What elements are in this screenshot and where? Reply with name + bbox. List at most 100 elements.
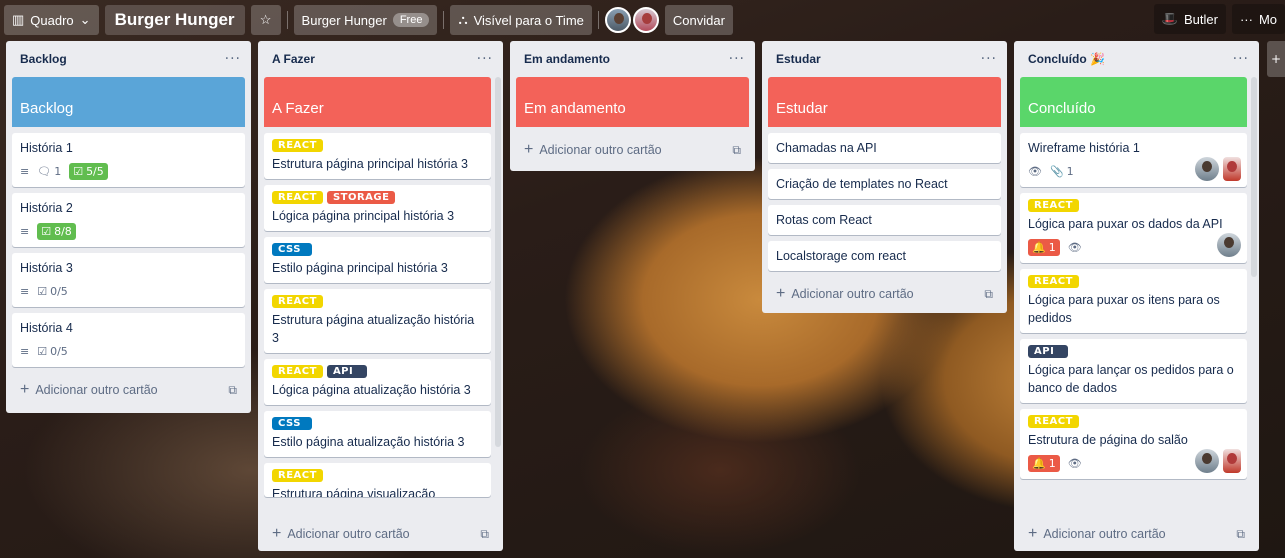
list-concluido: Concluído 🎉 ··· Concluído Wireframe hist… — [1014, 41, 1259, 551]
label-css: CSS — [272, 417, 312, 430]
list-header: Estudar ··· — [768, 41, 1001, 77]
cover-card[interactable]: Estudar — [768, 77, 1001, 127]
card[interactable]: História 4 ≡ ☑ 0/5 — [12, 313, 245, 367]
avatar[interactable] — [1223, 449, 1241, 473]
card-labels: REACT — [1028, 275, 1239, 288]
avatar[interactable] — [632, 7, 659, 33]
card[interactable]: REACT Estrutura página atualização histó… — [264, 289, 491, 353]
paperclip-icon: 📎 — [1049, 164, 1064, 178]
card-title: Lógica para puxar os dados da API — [1028, 217, 1223, 231]
cover-card[interactable]: A Fazer — [264, 77, 491, 127]
list-menu-icon[interactable]: ··· — [225, 51, 241, 67]
list-title[interactable]: Backlog — [20, 52, 67, 66]
card[interactable]: REACT API Lógica página atualização histó… — [264, 359, 491, 405]
card-labels: REACT — [272, 295, 483, 308]
label-react: REACT — [272, 365, 323, 378]
watch-icon: 👁 — [1028, 164, 1042, 178]
card[interactable]: Wireframe história 1 👁 📎 1 — [1020, 133, 1247, 187]
invite-button[interactable]: Convidar — [664, 5, 733, 35]
card[interactable]: REACT Estrutura página principal históri… — [264, 133, 491, 179]
label-react: REACT — [272, 191, 323, 204]
list-menu-icon[interactable]: ··· — [1233, 51, 1249, 67]
workspace-label: Burger Hunger — [301, 12, 387, 28]
comment-count: 1 — [54, 164, 62, 178]
avatar[interactable] — [1195, 157, 1219, 181]
more-label: Mo — [1258, 11, 1277, 27]
visibility-button[interactable]: ⛬ Visível para o Time — [450, 5, 592, 35]
list-title[interactable]: Em andamento — [524, 52, 610, 66]
add-card-label: Adicionar outro cartão — [35, 383, 158, 397]
card[interactable]: História 1 ≡ 🗨 1 ☑ 5/5 — [12, 133, 245, 187]
card[interactable]: CSS Estilo página principal história 3 — [264, 237, 491, 283]
cover-card[interactable]: Concluído — [1020, 77, 1247, 127]
chevron-down-icon: ⌄ — [79, 12, 91, 27]
card[interactable]: REACT Estrutura página visualização — [264, 463, 491, 497]
plus-icon: + — [20, 381, 30, 398]
show-menu-button[interactable]: ··· Mo — [1231, 4, 1285, 34]
notification-count: 1 — [1048, 240, 1056, 254]
divider — [286, 11, 288, 29]
list-menu-icon[interactable]: ··· — [477, 51, 493, 67]
list-header: A Fazer ··· — [264, 41, 497, 77]
checklist-badge: ☑ 8/8 — [37, 222, 76, 240]
workspace-button[interactable]: Burger Hunger Free — [293, 5, 438, 35]
card[interactable]: API Lógica para lançar os pedidos para o… — [1020, 339, 1247, 403]
card-labels: REACT — [272, 469, 483, 482]
list-scrollbar[interactable] — [1251, 77, 1257, 277]
card-title: Rotas com React — [776, 213, 872, 227]
add-card-label: Adicionar outro cartão — [287, 527, 410, 541]
view-switcher-button[interactable]: ▥ Quadro ⌄ — [4, 5, 99, 35]
add-card-button[interactable]: + Adicionar outro cartão ⧉ — [516, 133, 749, 167]
add-card-button[interactable]: + Adicionar outro cartão ⧉ — [264, 517, 497, 551]
attachments-badge: 📎 1 — [1050, 165, 1074, 178]
checklist-count: 8/8 — [54, 224, 72, 238]
template-icon[interactable]: ⧉ — [480, 527, 489, 542]
checklist-badge: ☑ 0/5 — [37, 345, 68, 358]
card[interactable]: CSS Estilo página atualização história 3 — [264, 411, 491, 457]
card[interactable]: REACT Lógica para puxar os dados da API … — [1020, 193, 1247, 263]
add-card-button[interactable]: + Adicionar outro cartão ⧉ — [1020, 517, 1253, 551]
card-title: Wireframe história 1 — [1028, 141, 1140, 155]
board-title[interactable]: Burger Hunger — [104, 5, 245, 35]
avatar[interactable] — [604, 7, 631, 33]
card[interactable]: Chamadas na API — [768, 133, 1001, 163]
label-css: CSS — [272, 243, 312, 256]
card[interactable]: Rotas com React — [768, 205, 1001, 235]
butler-button[interactable]: 🎩 Butler — [1153, 4, 1226, 34]
card-labels: CSS — [272, 417, 483, 430]
avatar[interactable] — [1217, 233, 1241, 257]
checklist-badge: ☑ 0/5 — [37, 285, 68, 298]
list-menu-icon[interactable]: ··· — [981, 51, 997, 67]
card[interactable]: REACT Lógica para puxar os itens para os… — [1020, 269, 1247, 333]
card[interactable]: Localstorage com react — [768, 241, 1001, 271]
add-list-button[interactable]: + — [1267, 41, 1285, 77]
avatar[interactable] — [1195, 449, 1219, 473]
card[interactable]: História 2 ≡ ☑ 8/8 — [12, 193, 245, 247]
avatar[interactable] — [1223, 157, 1241, 181]
card-title: Chamadas na API — [776, 141, 877, 155]
card[interactable]: REACT STORAGE Lógica página principal his… — [264, 185, 491, 231]
list-title[interactable]: Concluído 🎉 — [1028, 52, 1105, 66]
cover-card[interactable]: Em andamento — [516, 77, 749, 127]
card[interactable]: Criação de templates no React — [768, 169, 1001, 199]
list-title[interactable]: A Fazer — [272, 52, 315, 66]
list-menu-icon[interactable]: ··· — [729, 51, 745, 67]
label-react: REACT — [1028, 275, 1079, 288]
notification-badge: 🔔 1 — [1028, 238, 1060, 256]
template-icon[interactable]: ⧉ — [732, 143, 741, 158]
template-icon[interactable]: ⧉ — [984, 287, 993, 302]
card-title: Estilo página principal história 3 — [272, 261, 448, 275]
card[interactable]: REACT Estrutura de página do salão 🔔 1 👁 — [1020, 409, 1247, 479]
card-labels: REACT — [272, 139, 483, 152]
cover-card[interactable]: Backlog — [12, 77, 245, 127]
list-title[interactable]: Estudar — [776, 52, 821, 66]
plus-icon: + — [1270, 52, 1282, 66]
add-card-button[interactable]: + Adicionar outro cartão ⧉ — [768, 277, 1001, 311]
add-card-label: Adicionar outro cartão — [1043, 527, 1166, 541]
add-card-button[interactable]: + Adicionar outro cartão ⧉ — [12, 373, 245, 407]
template-icon[interactable]: ⧉ — [228, 383, 237, 398]
card[interactable]: História 3 ≡ ☑ 0/5 — [12, 253, 245, 307]
template-icon[interactable]: ⧉ — [1236, 527, 1245, 542]
star-button[interactable]: ☆ — [250, 5, 281, 35]
list-scrollbar[interactable] — [495, 77, 501, 447]
